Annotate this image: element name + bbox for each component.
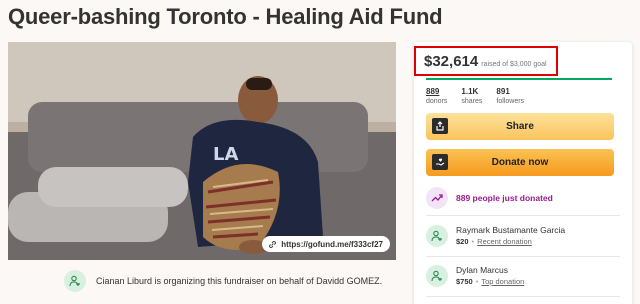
progress-bar [426,78,612,80]
share-link-url: https://gofund.me/f333cf27 [281,239,383,249]
donation-amount: $750 [456,277,473,286]
trending-text: 889 people just donated [456,193,553,203]
divider [426,215,620,216]
divider [426,296,620,297]
trending-up-icon [426,187,448,209]
donation-item: Dylan Marcus $750 • Top donation [426,264,524,288]
share-link-pill[interactable]: https://gofund.me/f333cf27 [262,236,390,252]
svg-text:LA: LA [213,144,238,165]
link-icon [269,240,277,248]
raised-amount-highlight: $32,614 raised of $3,000 goal [414,46,558,76]
share-button[interactable]: Share [426,113,614,140]
donation-item: Raymark Bustamante Garcia $20 • Recent don… [426,224,565,248]
stat-followers: 891 followers [496,87,524,107]
organizer-row: Cianan Liburd is organizing this fundrai… [64,270,382,292]
separator-dot: • [471,237,475,246]
stat-donors-label: donors [426,98,448,105]
raised-amount: $32,614 [424,53,479,70]
stat-donors-value[interactable]: 889 [426,87,447,97]
person-heart-icon [426,265,448,287]
stat-shares: 1.1K shares [461,87,482,107]
stat-shares-label: shares [461,98,483,105]
trending-row: 889 people just donated [426,187,553,209]
stat-shares-value: 1.1K [461,87,479,96]
donation-sidebar: $32,614 raised of $3,000 goal 889 donors… [414,42,632,304]
organizer-text: Cianan Liburd is organizing this fundrai… [96,276,383,286]
divider [426,256,620,257]
stat-donors[interactable]: 889 donors [426,87,447,107]
progress-bar-fill [426,78,612,80]
separator-dot: • [475,277,479,286]
donation-amount: $20 [456,237,469,246]
goal-text: raised of $3,000 goal [481,61,547,68]
person-heart-icon [426,225,448,247]
campaign-photo-image: LA [8,42,396,260]
donate-button[interactable]: Donate now [426,149,614,176]
stat-followers-value: 891 [496,87,510,96]
donor-name: Raymark Bustamante Garcia [456,225,566,235]
donation-tag-link[interactable]: Recent donation [477,237,532,246]
donate-button-label: Donate now [491,157,549,168]
campaign-photo[interactable]: LA https://gofund.me/f333cf27 [8,42,396,260]
donor-name: Dylan Marcus [456,265,508,275]
share-icon [432,118,448,134]
donate-icon [432,154,448,170]
campaign-title: Queer-bashing Toronto - Healing Aid Fund [8,4,443,29]
campaign-stats: 889 donors 1.1K shares 891 followers [426,87,524,107]
donation-tag-link[interactable]: Top donation [481,277,524,286]
share-button-label: Share [506,121,534,132]
stat-followers-label: followers [496,98,525,105]
person-heart-icon [64,270,86,292]
